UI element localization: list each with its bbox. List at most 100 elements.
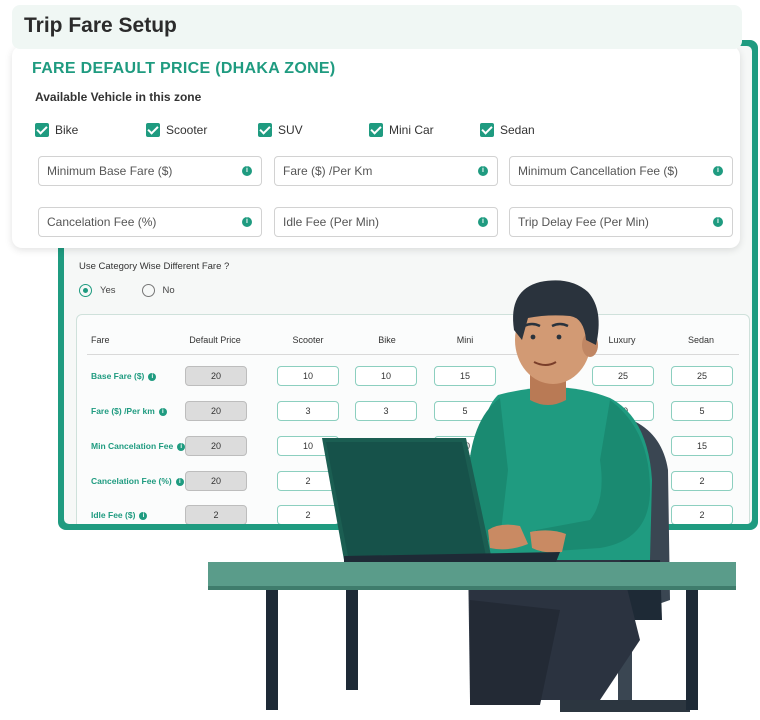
cell-luxury[interactable]: 25 xyxy=(592,366,654,386)
info-icon[interactable]: i xyxy=(242,217,252,227)
fare-table: Fare Default Price Scooter Bike Mini Lux… xyxy=(76,314,750,524)
checkbox-checked-icon[interactable] xyxy=(35,123,49,137)
checkbox-checked-icon[interactable] xyxy=(480,123,494,137)
desk-leg xyxy=(346,590,358,690)
col-fare: Fare xyxy=(91,335,110,345)
cell-sedan[interactable]: 25 xyxy=(671,366,733,386)
vehicle-label: Mini Car xyxy=(389,123,434,137)
vehicle-checkbox-bike[interactable]: Bike xyxy=(35,123,78,137)
field-placeholder: Minimum Cancellation Fee ($) xyxy=(518,164,679,178)
info-icon[interactable]: i xyxy=(713,217,723,227)
cell-mini[interactable]: 2 xyxy=(434,471,496,491)
trip-delay-fee-field[interactable]: Trip Delay Fee (Per Min) i xyxy=(509,207,733,237)
vehicle-checkbox-scooter[interactable]: Scooter xyxy=(146,123,207,137)
vehicle-checkbox-sedan[interactable]: Sedan xyxy=(480,123,535,137)
cell-mini[interactable]: 10 xyxy=(434,436,496,456)
checkbox-checked-icon[interactable] xyxy=(258,123,272,137)
cell-default[interactable]: 20 xyxy=(185,366,247,386)
table-row: Cancelation Fee (%) i 20 2 2 2 xyxy=(77,469,749,495)
radio-no-label: No xyxy=(162,285,175,296)
radio-yes[interactable] xyxy=(79,284,92,297)
cell-scooter[interactable]: 3 xyxy=(277,401,339,421)
vehicle-checkbox-mini-car[interactable]: Mini Car xyxy=(369,123,434,137)
row-label: Cancelation Fee (%) i xyxy=(91,476,184,486)
cell-mini[interactable]: 15 xyxy=(434,366,496,386)
table-row: Fare ($) /Per km i 20 3 3 5 10 5 xyxy=(77,399,749,425)
cell-luxury[interactable]: 10 xyxy=(592,401,654,421)
desk-leg xyxy=(686,590,698,710)
fare-per-km-field[interactable]: Fare ($) /Per Km i xyxy=(274,156,498,186)
row-label: Min Cancelation Fee i xyxy=(91,441,186,451)
cell-scooter[interactable]: 10 xyxy=(277,436,339,456)
info-icon[interactable]: i xyxy=(478,217,488,227)
cell-default[interactable]: 20 xyxy=(185,401,247,421)
cell-sedan[interactable]: 2 xyxy=(671,505,733,524)
table-row: Idle Fee ($) i 2 2 2 xyxy=(77,503,749,524)
row-label-text: Fare ($) /Per km xyxy=(91,406,155,416)
row-label: Base Fare ($) i xyxy=(91,371,157,381)
checkbox-checked-icon[interactable] xyxy=(369,123,383,137)
info-icon[interactable]: i xyxy=(242,166,252,176)
vehicle-label: Bike xyxy=(55,123,79,137)
field-placeholder: Minimum Base Fare ($) xyxy=(47,164,173,178)
chair-seat xyxy=(600,560,662,620)
zone-title: FARE DEFAULT PRICE (DHAKA ZONE) xyxy=(32,60,336,77)
row-label: Fare ($) /Per km i xyxy=(91,406,167,416)
checkbox-checked-icon[interactable] xyxy=(146,123,160,137)
vehicle-label: SUV xyxy=(278,123,303,137)
info-icon[interactable]: i xyxy=(175,477,184,486)
desk-edge xyxy=(208,586,736,590)
cell-scooter[interactable]: 2 xyxy=(277,505,339,524)
cell-mini[interactable]: 5 xyxy=(434,401,496,421)
hand-right xyxy=(530,530,566,553)
trousers-shade xyxy=(470,600,560,705)
col-bike: Bike xyxy=(378,335,396,345)
cell-scooter[interactable]: 2 xyxy=(277,471,339,491)
info-icon[interactable]: i xyxy=(478,166,488,176)
field-placeholder: Fare ($) /Per Km xyxy=(283,164,373,178)
fare-table-divider xyxy=(87,354,739,355)
field-placeholder: Cancelation Fee (%) xyxy=(47,215,157,229)
radio-yes-label: Yes xyxy=(100,285,116,296)
col-mini: Mini xyxy=(456,335,474,345)
vehicle-label: Sedan xyxy=(500,123,535,137)
cell-bike[interactable]: 3 xyxy=(355,401,417,421)
col-scooter: Scooter xyxy=(292,335,324,345)
cell-default[interactable]: 20 xyxy=(185,471,247,491)
desk-leg xyxy=(266,590,278,710)
info-icon[interactable]: i xyxy=(158,407,167,416)
page-title: Trip Fare Setup xyxy=(24,14,177,37)
vehicle-checkbox-suv[interactable]: SUV xyxy=(258,123,303,137)
info-icon[interactable]: i xyxy=(177,442,186,451)
category-radio-group: Yes No xyxy=(79,284,193,297)
trousers xyxy=(468,555,640,700)
fare-table-header: Fare Default Price Scooter Bike Mini Lux… xyxy=(77,335,749,347)
info-icon[interactable]: i xyxy=(139,511,148,520)
field-placeholder: Trip Delay Fee (Per Min) xyxy=(518,215,649,229)
cell-scooter[interactable]: 10 xyxy=(277,366,339,386)
radio-no[interactable] xyxy=(141,284,155,297)
cell-default[interactable]: 20 xyxy=(185,436,247,456)
col-luxury: Luxury xyxy=(608,335,636,345)
cell-bike[interactable]: 10 xyxy=(355,366,417,386)
info-icon[interactable]: i xyxy=(148,372,157,381)
vehicle-label: Scooter xyxy=(166,123,208,137)
cell-sedan[interactable]: 15 xyxy=(671,436,733,456)
idle-fee-field[interactable]: Idle Fee (Per Min) i xyxy=(274,207,498,237)
cell-sedan[interactable]: 2 xyxy=(671,471,733,491)
row-label-text: Cancelation Fee (%) xyxy=(91,476,172,486)
desk-top xyxy=(208,562,736,588)
cancelation-fee-field[interactable]: Cancelation Fee (%) i xyxy=(38,207,262,237)
minimum-cancellation-fee-field[interactable]: Minimum Cancellation Fee ($) i xyxy=(509,156,733,186)
category-question: Use Category Wise Different Fare ? xyxy=(79,261,230,272)
info-icon[interactable]: i xyxy=(713,166,723,176)
row-label-text: Min Cancelation Fee xyxy=(91,441,174,451)
table-row: Base Fare ($) i 20 10 10 15 25 25 xyxy=(77,364,749,390)
row-label-text: Idle Fee ($) xyxy=(91,510,136,520)
minimum-base-fare-field[interactable]: Minimum Base Fare ($) i xyxy=(38,156,262,186)
col-default-price: Default Price xyxy=(189,335,241,345)
cell-sedan[interactable]: 5 xyxy=(671,401,733,421)
table-row: Min Cancelation Fee i 20 10 10 15 xyxy=(77,434,749,460)
cell-default[interactable]: 2 xyxy=(185,505,247,524)
laptop-base xyxy=(344,552,560,564)
